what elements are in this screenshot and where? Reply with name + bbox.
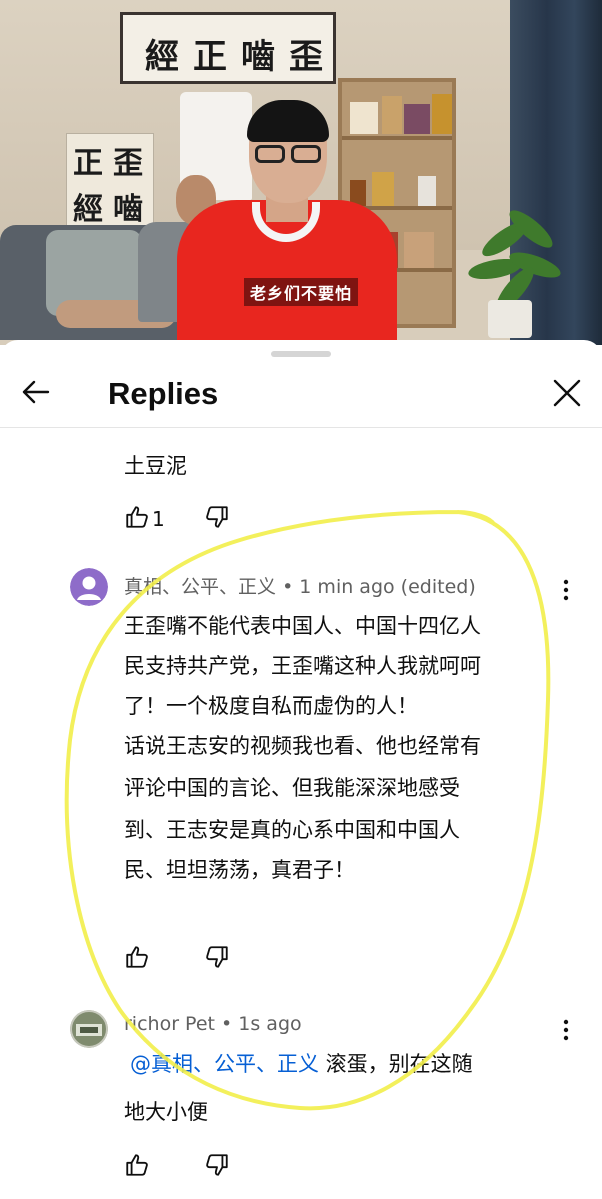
like-button[interactable]	[124, 1152, 152, 1180]
comment-meta: 真相、公平、正义 • 1 min ago (edited)	[124, 572, 476, 599]
more-options-button[interactable]	[556, 576, 576, 604]
thumbs-down-icon	[206, 506, 228, 528]
comment-text: 滚蛋，别在这随	[319, 1052, 473, 1076]
thumbs-down-icon	[206, 946, 228, 968]
comment-line: 地大小便	[124, 1100, 208, 1124]
thumbs-down-icon	[206, 1154, 228, 1176]
timestamp: • 1s ago	[221, 1013, 302, 1035]
dislike-button[interactable]	[204, 944, 232, 972]
scroll-char: 嚙	[241, 37, 275, 77]
close-button[interactable]	[548, 374, 586, 412]
poster-char: 經	[73, 192, 103, 227]
more-vertical-icon	[563, 579, 569, 601]
presenter-glasses	[253, 145, 323, 165]
close-icon	[553, 379, 581, 407]
poster-char: 嚙	[113, 192, 143, 227]
poster-char: 正	[73, 146, 103, 181]
more-options-button[interactable]	[556, 1016, 576, 1044]
thumbs-up-icon	[126, 946, 148, 968]
thumbs-up-icon	[126, 1154, 148, 1176]
default-avatar-icon	[70, 568, 108, 606]
arrow-left-icon	[22, 380, 50, 404]
back-button[interactable]	[18, 374, 54, 410]
reply-text: 土豆泥	[124, 454, 187, 478]
avatar[interactable]	[70, 568, 108, 606]
avatar[interactable]	[70, 1010, 108, 1048]
video-subtitle: 老乡们不要怕	[244, 278, 359, 306]
comment-line: 评论中国的言论、但我能深深地感受	[124, 776, 460, 800]
author-name[interactable]: richor Pet	[124, 1013, 215, 1035]
comment-line: 话说王志安的视频我也看、他也经常有	[124, 734, 481, 758]
comment-line: 王歪嘴不能代表中国人、中国十四亿人	[124, 614, 481, 638]
replies-sheet: Replies 土豆泥 1 真相、公平、正义 • 1 min ago (edit…	[0, 340, 602, 1199]
author-name[interactable]: 真相、公平、正义	[124, 576, 276, 598]
like-button[interactable]	[124, 504, 152, 532]
scroll-char: 歪	[289, 37, 323, 77]
comment-line: 了！一个极度自私而虚伪的人！	[124, 694, 418, 718]
comment-line: 到、王志安是真的心系中国和中国人	[124, 818, 460, 842]
replies-header: Replies	[0, 362, 602, 428]
drag-handle[interactable]	[271, 351, 331, 357]
video-player[interactable]: 經 正 嚙 歪 正 歪 經 嚙 老乡们不要怕	[0, 0, 602, 345]
photo-avatar-icon	[70, 1010, 108, 1048]
like-count: 1	[152, 507, 165, 531]
more-vertical-icon	[563, 1019, 569, 1041]
poster-char: 歪	[113, 146, 143, 181]
like-button[interactable]	[124, 944, 152, 972]
timestamp: • 1 min ago (edited)	[282, 576, 476, 598]
scroll-char: 正	[193, 37, 227, 77]
mention-link[interactable]: @真相、公平、正义	[130, 1052, 319, 1076]
calligraphy-scroll: 經 正 嚙 歪	[120, 12, 336, 84]
comment-line: 民支持共产党，王歪嘴这种人我就呵呵	[124, 654, 481, 678]
scroll-char: 經	[145, 37, 179, 77]
comment-line: @真相、公平、正义 滚蛋，别在这随	[130, 1044, 473, 1084]
calligraphy-poster: 正 歪 經 嚙	[66, 133, 154, 229]
thumbs-up-icon	[126, 506, 148, 528]
comment-meta: richor Pet • 1s ago	[124, 1013, 302, 1035]
dislike-button[interactable]	[204, 504, 232, 532]
comment-line: 民、坦坦荡荡，真君子！	[124, 858, 355, 882]
dislike-button[interactable]	[204, 1152, 232, 1180]
page-title: Replies	[108, 376, 219, 411]
plant-pot	[488, 300, 532, 338]
